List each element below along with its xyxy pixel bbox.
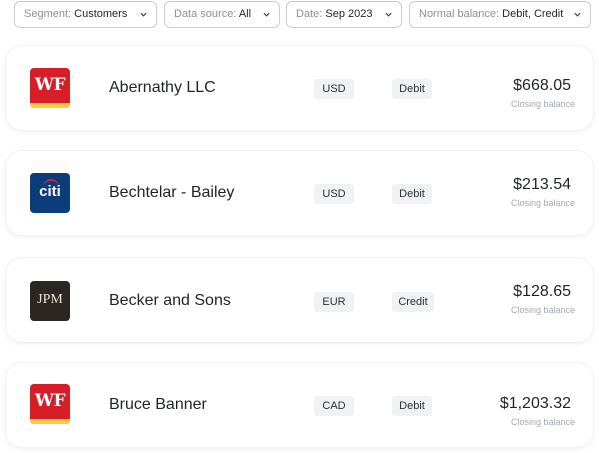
closing-balance-amount: $1,203.32 — [499, 395, 571, 412]
citi-logo: citi — [30, 173, 70, 213]
balance-type-badge: Debit — [392, 396, 432, 416]
date-filter-label: Date: — [296, 8, 323, 20]
balance-type-badge: Debit — [392, 184, 432, 204]
closing-balance-caption: Closing balance — [510, 417, 575, 427]
account-name: Becker and Sons — [109, 292, 231, 309]
normal-balance-filter-value: Debit, Credit — [502, 8, 564, 20]
account-name: Abernathy LLC — [109, 79, 216, 96]
closing-balance-caption: Closing balance — [510, 99, 575, 109]
date-filter-value: Sep 2023 — [325, 8, 373, 20]
jpm-logo: JPM — [30, 281, 70, 321]
account-card[interactable]: JPM Becker and Sons EUR Credit $128.65 C… — [6, 258, 593, 342]
chevron-down-icon — [263, 12, 270, 17]
chevron-down-icon — [574, 12, 581, 17]
currency-badge: EUR — [314, 292, 354, 312]
normal-balance-filter-label: Normal balance: — [419, 8, 500, 20]
closing-balance-amount: $668.05 — [513, 77, 571, 94]
closing-balance-amount: $128.65 — [513, 283, 571, 300]
data-source-filter-label: Data source: — [174, 8, 237, 20]
currency-badge: USD — [314, 184, 354, 204]
logo-text: JPM — [37, 292, 63, 307]
logo-text: WF — [34, 391, 66, 411]
chevron-down-icon — [140, 12, 147, 17]
wells-fargo-logo: WF — [30, 384, 70, 424]
segment-filter-label: Segment: — [24, 8, 72, 20]
logo-text: citi — [39, 183, 61, 200]
account-card[interactable]: citi Bechtelar - Bailey USD Debit $213.5… — [6, 151, 593, 235]
account-name: Bechtelar - Bailey — [109, 184, 235, 201]
logo-stripe — [30, 103, 70, 108]
account-name: Bruce Banner — [109, 396, 207, 413]
normal-balance-filter[interactable]: Normal balance: Debit, Credit — [409, 1, 591, 28]
account-card[interactable]: WF Bruce Banner CAD Debit $1,203.32 Clos… — [6, 363, 593, 447]
wells-fargo-logo: WF — [30, 68, 70, 108]
currency-badge: USD — [314, 79, 354, 99]
closing-balance-caption: Closing balance — [510, 305, 575, 315]
closing-balance-caption: Closing balance — [510, 198, 575, 208]
account-card[interactable]: WF Abernathy LLC USD Debit $668.05 Closi… — [6, 46, 593, 130]
filter-bar: Segment: Customers Data source: All Date… — [0, 1, 599, 28]
chevron-down-icon — [385, 12, 392, 17]
balance-type-badge: Debit — [392, 79, 432, 99]
date-filter[interactable]: Date: Sep 2023 — [286, 1, 402, 28]
logo-stripe — [30, 419, 70, 424]
data-source-filter-value: All — [238, 8, 252, 20]
closing-balance-amount: $213.54 — [513, 176, 571, 193]
logo-text: WF — [34, 75, 66, 95]
segment-filter[interactable]: Segment: Customers — [14, 1, 157, 28]
data-source-filter[interactable]: Data source: All — [164, 1, 280, 28]
currency-badge: CAD — [314, 396, 354, 416]
segment-filter-value: Customers — [74, 8, 128, 20]
balance-type-badge: Credit — [392, 292, 434, 312]
